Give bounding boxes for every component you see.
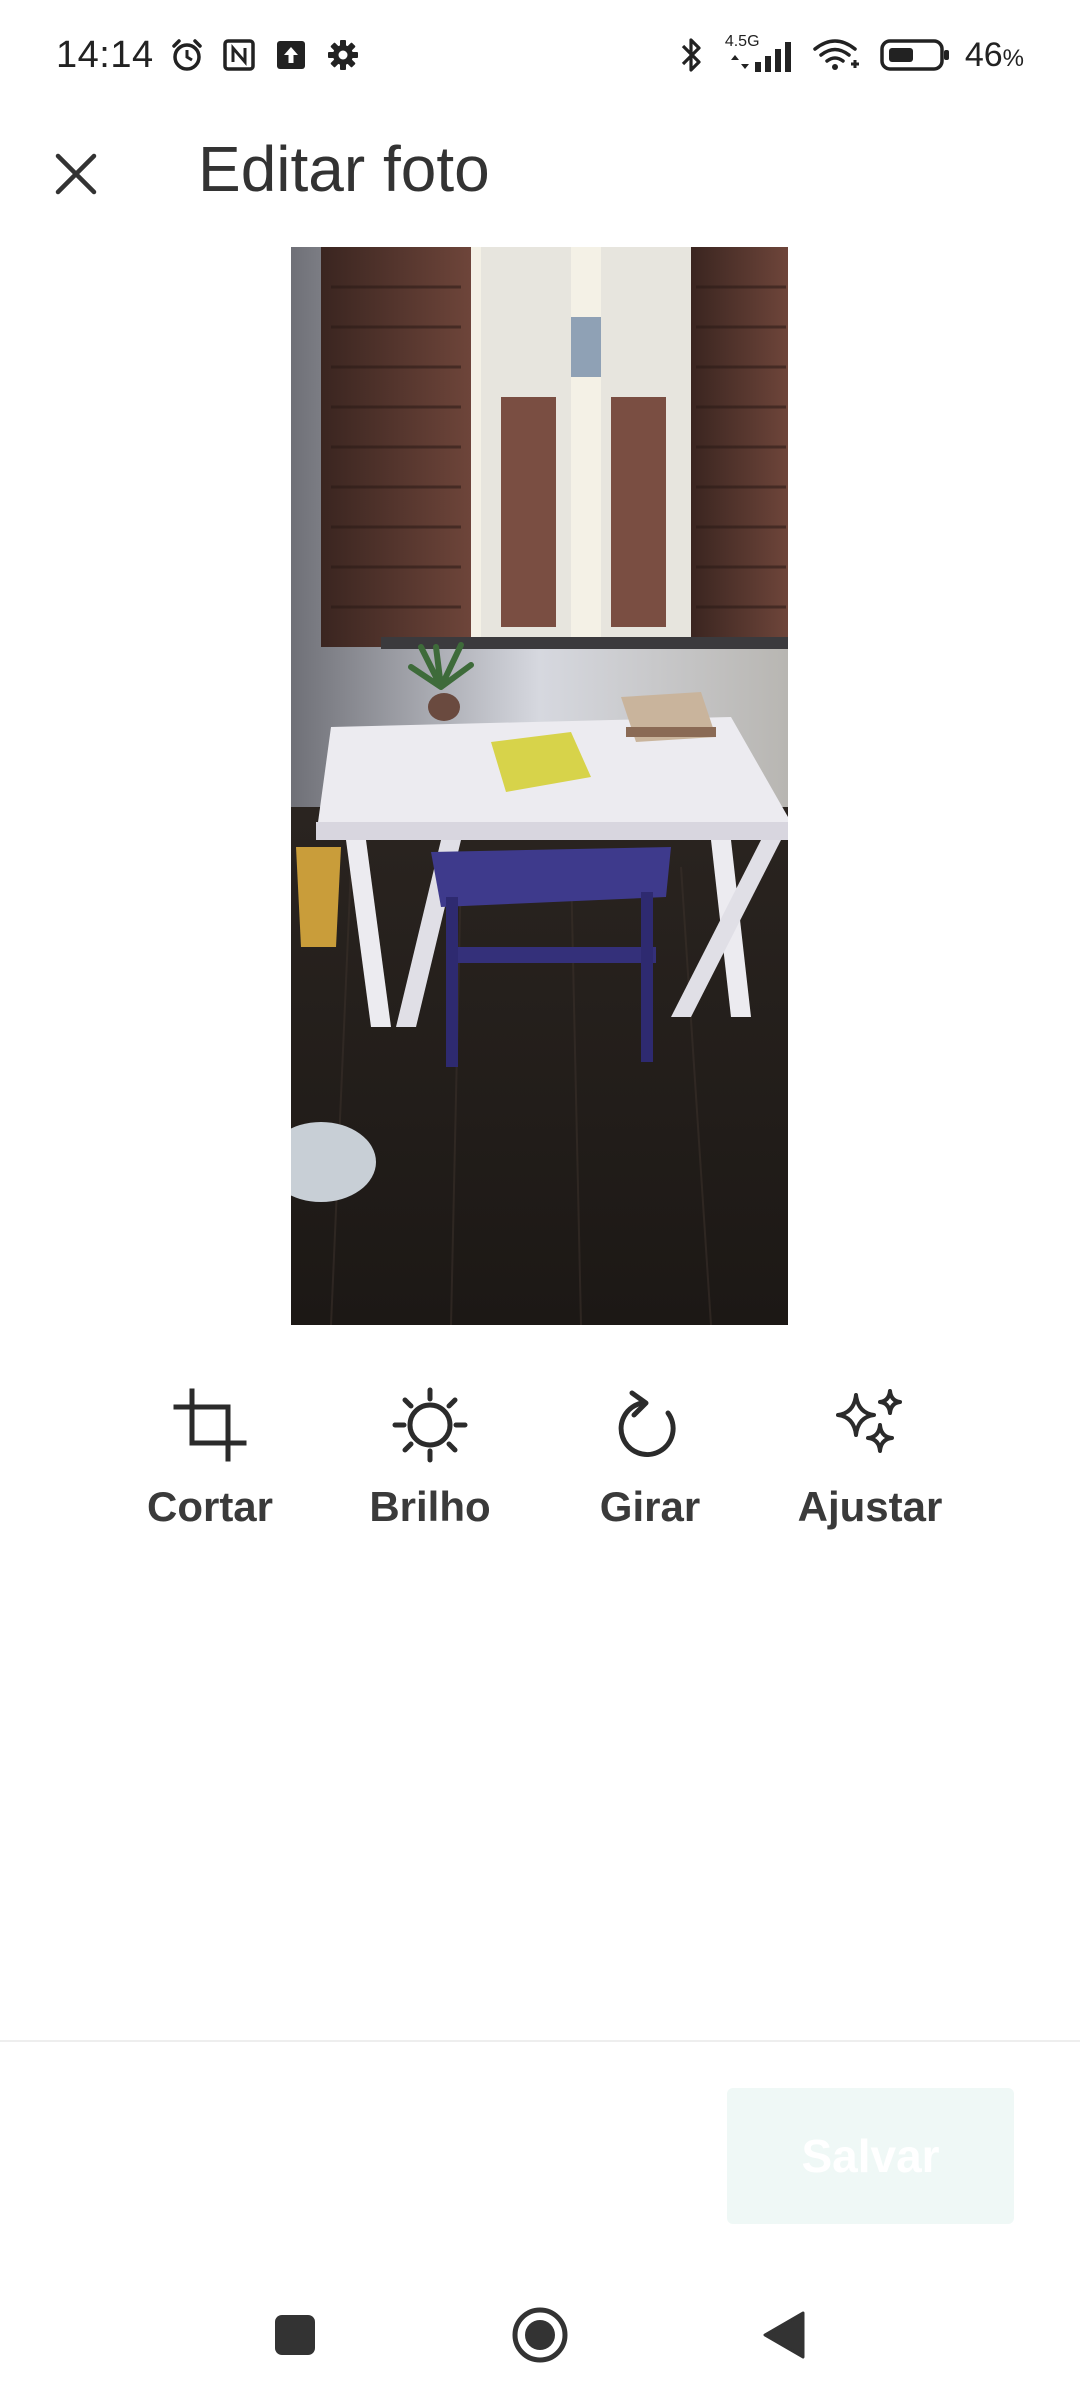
photo-image xyxy=(291,247,788,1325)
tool-rotate[interactable]: Girar xyxy=(560,1385,740,1545)
battery-value: 46 xyxy=(964,35,1003,74)
alarm-icon xyxy=(168,36,206,74)
status-right: 4.5G 46% xyxy=(673,33,1024,75)
signal-icon: 4.5G xyxy=(724,33,797,74)
photo-preview xyxy=(291,247,788,1325)
crop-icon xyxy=(170,1385,250,1465)
recents-icon xyxy=(275,2315,315,2355)
home-button[interactable] xyxy=(505,2300,575,2370)
tool-label-crop: Cortar xyxy=(146,1483,274,1530)
close-icon xyxy=(55,153,97,195)
back-icon xyxy=(763,2311,805,2359)
nfc-icon xyxy=(220,36,258,74)
status-left: 14:14 xyxy=(56,34,362,77)
save-button[interactable]: Salvar xyxy=(727,2088,1014,2224)
wifi-icon xyxy=(811,36,865,74)
footer-divider xyxy=(0,2040,1080,2042)
settings-icon xyxy=(324,36,362,74)
recents-button[interactable] xyxy=(260,2300,330,2370)
back-button[interactable] xyxy=(748,2300,818,2370)
sparkle-icon xyxy=(830,1385,910,1465)
status-bar: 14:14 4.5G 46% xyxy=(0,0,1080,110)
edit-photo-screen: 14:14 4.5G 46% Editar foto Cortar Brilho… xyxy=(0,0,1080,2400)
battery-percent: 46% xyxy=(965,36,1024,75)
page-title: Editar foto xyxy=(198,133,490,205)
rotate-icon xyxy=(610,1385,690,1465)
tool-label-rotate: Girar xyxy=(599,1483,701,1530)
top-app-bar: Editar foto xyxy=(0,110,1080,230)
home-icon xyxy=(512,2307,568,2363)
tool-adjust[interactable]: Ajustar xyxy=(780,1385,960,1545)
network-type-label: 4.5G xyxy=(724,33,760,50)
system-nav-bar xyxy=(0,2290,1080,2380)
bluetooth-icon xyxy=(673,36,711,74)
upload-icon xyxy=(272,36,310,74)
battery-icon xyxy=(879,36,951,74)
status-time: 14:14 xyxy=(56,33,154,76)
tool-brightness[interactable]: Brilho xyxy=(340,1385,520,1545)
tool-crop[interactable]: Cortar xyxy=(120,1385,300,1545)
tool-label-adjust: Ajustar xyxy=(797,1483,943,1530)
edit-tools: Cortar Brilho Girar Ajustar xyxy=(120,1385,960,1545)
brightness-icon xyxy=(390,1385,470,1465)
tool-label-brightness: Brilho xyxy=(369,1483,491,1530)
battery-unit: % xyxy=(1002,44,1024,72)
close-button[interactable] xyxy=(40,138,112,210)
